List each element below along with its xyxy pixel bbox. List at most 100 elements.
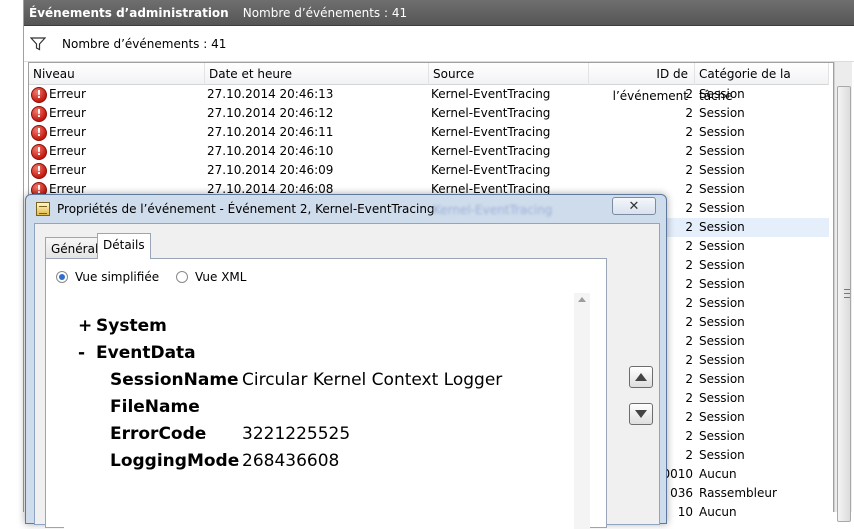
cell-source: Kernel-EventTracing	[431, 106, 551, 120]
tree-node-system[interactable]: + System	[78, 313, 196, 340]
event-data-viewer: + System - EventData SessionName Circular …	[64, 293, 590, 529]
cell-task-category: Session	[699, 182, 745, 196]
expand-symbol[interactable]: +	[78, 313, 96, 340]
radio-button-simplified[interactable]	[56, 271, 68, 283]
cell-level: ! Erreur	[31, 104, 205, 123]
left-panel-edge	[0, 0, 24, 512]
cell-task-category: Session	[699, 87, 745, 101]
cell-task-category: Session	[699, 448, 745, 462]
event-data-key: ErrorCode	[110, 424, 207, 444]
level-text: Erreur	[49, 125, 86, 139]
tree-node-label: System	[96, 316, 167, 336]
cell-date: 27.10.2014 20:46:13	[207, 87, 334, 101]
tree-node-label: EventData	[96, 343, 196, 363]
table-scrollbar[interactable]	[834, 62, 852, 522]
dialog-title: Propriétés de l’événement - Événement 2,…	[57, 202, 435, 216]
cell-task-category: Session	[699, 144, 745, 158]
arrow-down-icon	[635, 410, 647, 418]
arrow-up-icon	[635, 373, 647, 381]
cell-task-category: Session	[699, 334, 745, 348]
table-row[interactable]: ! Erreur 27.10.2014 20:46:09 Kernel-EventTr…	[29, 161, 829, 180]
viewer-scrollbar[interactable]	[574, 293, 590, 529]
collapse-symbol[interactable]: -	[78, 340, 96, 367]
table-header: Niveau Date et heure Source ID de l’évén…	[29, 63, 829, 103]
error-icon: !	[31, 162, 47, 179]
cell-task-category: Session	[699, 125, 745, 139]
error-icon: !	[31, 86, 47, 103]
radio-label-simplified: Vue simplifiée	[75, 270, 160, 284]
cell-level: ! Erreur	[31, 142, 205, 161]
cell-source: Kernel-EventTracing	[431, 163, 551, 177]
cell-task-category: Session	[699, 258, 745, 272]
cell-date: 27.10.2014 20:46:12	[207, 106, 334, 120]
filter-bar: Nombre d’événements : 41	[24, 26, 854, 62]
level-text: Erreur	[49, 87, 86, 101]
cell-date: 27.10.2014 20:46:09	[207, 163, 334, 177]
next-event-button[interactable]	[629, 403, 653, 425]
error-icon: !	[31, 143, 47, 160]
dialog-titlebar[interactable]: Propriétés de l’événement - Événement 2,…	[26, 195, 666, 223]
event-properties-icon	[36, 202, 50, 216]
cell-date: 27.10.2014 20:46:11	[207, 125, 334, 139]
cell-task-category: Session	[699, 106, 745, 120]
close-button[interactable]: ✕	[612, 197, 656, 215]
close-icon: ✕	[628, 198, 640, 214]
cell-task-category: Session	[699, 372, 745, 386]
cell-task-category: Session	[699, 239, 745, 253]
cell-level: ! Erreur	[31, 85, 205, 104]
radio-simplified-view[interactable]: Vue simplifiée	[56, 269, 159, 285]
panel-event-count: Nombre d’événements : 41	[242, 5, 408, 20]
cell-task-category: Aucun	[699, 505, 737, 519]
table-row[interactable]: ! Erreur 27.10.2014 20:46:11 Kernel-EventTr…	[29, 123, 829, 142]
cell-event-id: 2	[685, 125, 693, 139]
table-row[interactable]: ! Erreur 27.10.2014 20:46:10 Kernel-EventTr…	[29, 142, 829, 161]
radio-xml-view[interactable]: Vue XML	[176, 269, 246, 285]
cell-event-id: 2	[685, 144, 693, 158]
cell-task-category: Session	[699, 429, 745, 443]
cell-task-category: Rassembleur	[699, 486, 777, 500]
cell-event-id: 2	[685, 163, 693, 177]
cell-task-category: Session	[699, 391, 745, 405]
tab-details[interactable]: Détails	[97, 233, 151, 259]
filter-count-label: Nombre d’événements : 41	[62, 36, 227, 51]
cell-task-category: Session	[699, 296, 745, 310]
event-properties-dialog: Propriétés de l’événement - Événement 2,…	[25, 194, 667, 529]
cell-source: Kernel-EventTracing	[431, 125, 551, 139]
cell-task-category: Session	[699, 201, 745, 215]
cell-task-category: Session	[699, 410, 745, 424]
filter-icon[interactable]	[30, 36, 46, 51]
column-header-level[interactable]: Niveau	[29, 63, 205, 85]
table-row[interactable]: ! Erreur 27.10.2014 20:46:12 Kernel-EventTr…	[29, 104, 829, 123]
radio-label-xml: Vue XML	[195, 270, 247, 284]
previous-event-button[interactable]	[629, 366, 653, 388]
cell-task-category: Session	[699, 353, 745, 367]
tab-general[interactable]: Général	[45, 237, 105, 258]
error-icon: !	[31, 105, 47, 122]
cell-task-category: Aucun	[699, 467, 737, 481]
column-header-task-category[interactable]: Catégorie de la tâche	[695, 63, 829, 103]
cell-level: ! Erreur	[31, 123, 205, 142]
scrollbar-thumb[interactable]	[837, 86, 851, 522]
cell-task-category: Session	[699, 315, 745, 329]
event-data-key: FileName	[110, 397, 200, 417]
tree-node-eventdata[interactable]: - EventData	[78, 340, 196, 367]
details-panel: Vue simplifiée Vue XML + System - EventDat…	[45, 258, 607, 529]
blurred-source-text: Kernel-EventTracing	[433, 203, 553, 217]
column-header-date[interactable]: Date et heure	[205, 63, 429, 85]
cell-source: Kernel-EventTracing	[431, 144, 551, 158]
table-row[interactable]: ! Erreur 27.10.2014 20:46:13 Kernel-EventTr…	[29, 85, 829, 104]
column-header-event-id[interactable]: ID de l’événement	[589, 63, 695, 103]
level-text: Erreur	[49, 144, 86, 158]
event-tree: + System - EventData	[78, 313, 196, 367]
panel-title: Événements d’administration	[29, 5, 229, 20]
level-text: Erreur	[49, 163, 86, 177]
radio-button-xml[interactable]	[176, 271, 188, 283]
level-text: Erreur	[49, 106, 86, 120]
dialog-body: Général Détails Vue simplifiée Vue XML +…	[34, 223, 660, 529]
event-data-value: Circular Kernel Context Logger	[242, 370, 503, 390]
panel-titlebar: Événements d’administration Nombre d’évé…	[24, 0, 854, 26]
scroll-up-icon[interactable]	[578, 297, 586, 302]
scrollbar-grip	[844, 289, 850, 298]
column-header-source[interactable]: Source	[429, 63, 589, 85]
cell-task-category: Session	[699, 277, 745, 291]
